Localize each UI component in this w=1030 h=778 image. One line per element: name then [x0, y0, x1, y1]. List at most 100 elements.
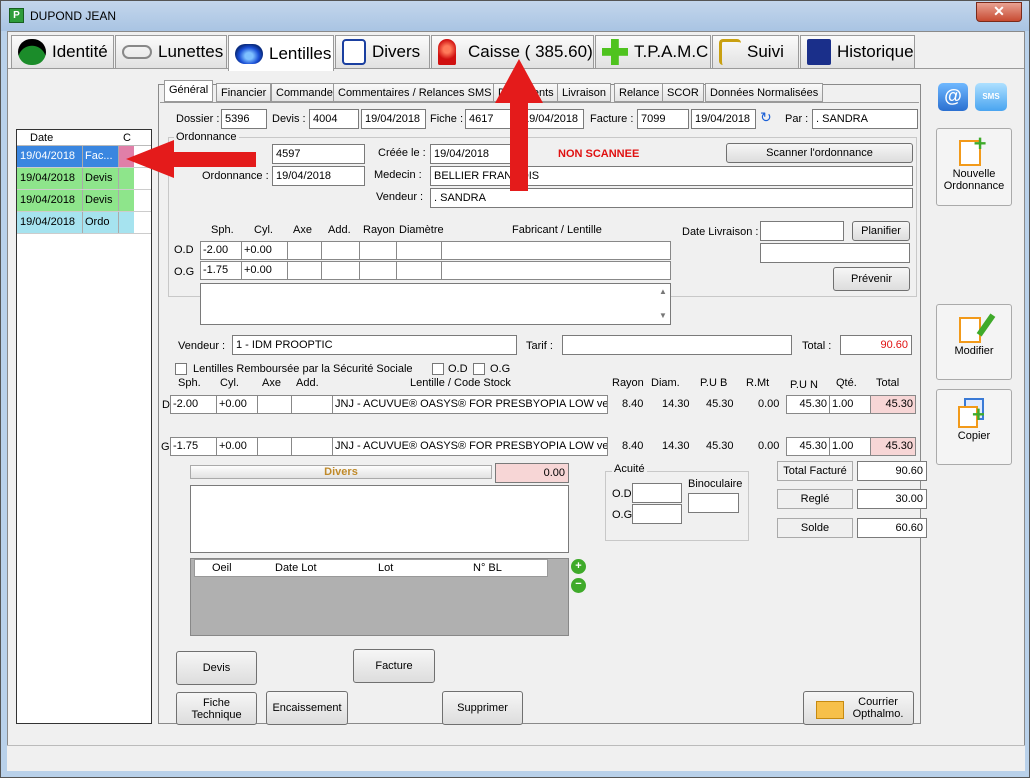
- remove-lot-icon[interactable]: −: [571, 578, 586, 593]
- table-row[interactable]: 19/04/2018 Ordo: [17, 212, 151, 234]
- table-row[interactable]: 19/04/2018 Devis: [17, 190, 151, 212]
- scroll-down-icon[interactable]: ▼: [659, 311, 667, 320]
- lens-og-pun[interactable]: 45.30: [786, 437, 830, 456]
- total-facture-field[interactable]: 90.60: [857, 461, 927, 481]
- od-axe-cell[interactable]: [287, 241, 322, 260]
- sms-button[interactable]: SMS: [975, 83, 1007, 111]
- subtab-commande[interactable]: Commande: [271, 83, 338, 102]
- lens-od-qte[interactable]: 1.00: [829, 395, 871, 414]
- subtab-donnees-normalisees[interactable]: Données Normalisées: [705, 83, 824, 102]
- tab-lunettes[interactable]: Lunettes: [115, 35, 227, 68]
- lens-od-axe[interactable]: [257, 395, 292, 414]
- tab-divers[interactable]: Divers: [335, 35, 430, 68]
- og-rayon-cell[interactable]: [359, 261, 397, 280]
- od-diametre-cell[interactable]: [396, 241, 442, 260]
- ordonnance-number-field[interactable]: 4597: [272, 144, 365, 164]
- sale-vendeur-field[interactable]: 1 - IDM PROOPTIC: [232, 335, 517, 355]
- encaissement-button[interactable]: Encaissement: [266, 691, 348, 725]
- od-checkbox[interactable]: [432, 363, 444, 375]
- planifier-button[interactable]: Planifier: [852, 221, 910, 241]
- subtab-relance[interactable]: Relance: [614, 83, 665, 102]
- lens-header-add: Add.: [296, 377, 319, 389]
- og-add-cell[interactable]: [321, 261, 360, 280]
- devis-button[interactable]: Devis: [176, 651, 257, 685]
- lens-od-sph[interactable]: -2.00: [170, 395, 217, 414]
- tarif-field[interactable]: [562, 335, 792, 355]
- close-button[interactable]: ✕: [976, 2, 1022, 22]
- lens-og-name[interactable]: JNJ - ACUVUE® OASYS® FOR PRESBYOPIA LOW …: [332, 437, 608, 456]
- courrier-opthalmo-button[interactable]: Courrier Opthalmo.: [803, 691, 914, 725]
- od-cyl-cell[interactable]: +0.00: [241, 241, 288, 260]
- modifier-button[interactable]: Modifier: [936, 304, 1012, 380]
- lens-od-pun[interactable]: 45.30: [786, 395, 830, 414]
- lens-og-sph[interactable]: -1.75: [170, 437, 217, 456]
- subtab-general[interactable]: Général: [164, 80, 214, 102]
- subtab-scor[interactable]: SCOR: [662, 83, 704, 102]
- od-add-cell[interactable]: [321, 241, 360, 260]
- tab-suivi[interactable]: Suivi: [712, 35, 799, 68]
- prevenir-button[interactable]: Prévenir: [833, 267, 910, 291]
- tab-historique[interactable]: Historique: [800, 35, 915, 68]
- facture-button[interactable]: Facture: [353, 649, 435, 683]
- solde-field[interactable]: 60.60: [857, 518, 927, 538]
- og-cyl-cell[interactable]: +0.00: [241, 261, 288, 280]
- lens-od-name[interactable]: JNJ - ACUVUE® OASYS® FOR PRESBYOPIA LOW …: [332, 395, 608, 414]
- od-fabricant-cell[interactable]: [441, 241, 671, 260]
- lot-header-bl: N° BL: [473, 562, 502, 574]
- email-button[interactable]: @: [938, 83, 968, 111]
- scroll-up-icon[interactable]: ▲: [659, 287, 667, 296]
- regle-field[interactable]: 30.00: [857, 489, 927, 509]
- edit-icon: [959, 313, 996, 343]
- nouvelle-ordonnance-button[interactable]: + Nouvelle Ordonnance: [936, 128, 1012, 206]
- facture-date-field[interactable]: 19/04/2018: [691, 109, 756, 129]
- total-field[interactable]: 90.60: [840, 335, 912, 355]
- od-rayon-cell[interactable]: [359, 241, 397, 260]
- acuite-og-field[interactable]: [632, 504, 682, 524]
- rembourse-checkbox[interactable]: [175, 363, 187, 375]
- divers-area[interactable]: [190, 485, 569, 553]
- copier-button[interactable]: + Copier: [936, 389, 1012, 465]
- lens-od-add[interactable]: [291, 395, 333, 414]
- prescription-notes-area[interactable]: [200, 283, 671, 325]
- lens-og-add[interactable]: [291, 437, 333, 456]
- livraison-info-field[interactable]: [760, 243, 910, 263]
- facture-field[interactable]: 7099: [637, 109, 689, 129]
- subtab-financier[interactable]: Financier: [216, 83, 272, 102]
- og-sph-cell[interactable]: -1.75: [200, 261, 242, 280]
- dossier-field[interactable]: 5396: [221, 109, 267, 129]
- og-diametre-cell[interactable]: [396, 261, 442, 280]
- lens-og-total[interactable]: 45.30: [870, 437, 916, 456]
- tab-lentilles[interactable]: Lentilles: [228, 35, 334, 71]
- date-livraison-field[interactable]: [760, 221, 844, 241]
- og-fabricant-cell[interactable]: [441, 261, 671, 280]
- acuite-od-field[interactable]: [632, 483, 682, 503]
- ordonnance-vendeur-field[interactable]: . SANDRA: [430, 188, 913, 208]
- lens-og-qte[interactable]: 1.00: [829, 437, 871, 456]
- lot-header-oeil: Oeil: [212, 562, 232, 574]
- lens-od-cyl[interactable]: +0.00: [216, 395, 258, 414]
- od-sph-cell[interactable]: -2.00: [200, 241, 242, 260]
- lens-og-cyl[interactable]: +0.00: [216, 437, 258, 456]
- divers-value-field[interactable]: 0.00: [495, 463, 569, 483]
- subtab-commentaires[interactable]: Commentaires / Relances SMS: [333, 83, 497, 102]
- tab-identite[interactable]: Identité: [11, 35, 114, 68]
- ordonnance-date-field[interactable]: 19/04/2018: [272, 166, 365, 186]
- refresh-icon[interactable]: ↻: [760, 109, 772, 126]
- binoculaire-field[interactable]: [688, 493, 739, 513]
- lens-og-axe[interactable]: [257, 437, 292, 456]
- subtab-livraison[interactable]: Livraison: [557, 83, 612, 102]
- add-lot-icon[interactable]: +: [571, 559, 586, 574]
- od-checkbox-label: O.D: [448, 363, 468, 375]
- lens-od-total[interactable]: 45.30: [870, 395, 916, 414]
- devis-label: Devis :: [272, 113, 306, 125]
- fiche-technique-button[interactable]: Fiche Technique: [176, 692, 257, 725]
- annotation-arrow-left: [126, 140, 256, 178]
- par-field[interactable]: . SANDRA: [812, 109, 918, 129]
- scan-ordonnance-button[interactable]: Scanner l'ordonnance: [726, 143, 913, 163]
- supprimer-button[interactable]: Supprimer: [442, 691, 523, 725]
- tab-tpamc[interactable]: T.P.A.M.C: [595, 35, 711, 68]
- devis-field[interactable]: 4004: [309, 109, 359, 129]
- devis-date-field[interactable]: 19/04/2018: [361, 109, 426, 129]
- og-axe-cell[interactable]: [287, 261, 322, 280]
- og-checkbox[interactable]: [473, 363, 485, 375]
